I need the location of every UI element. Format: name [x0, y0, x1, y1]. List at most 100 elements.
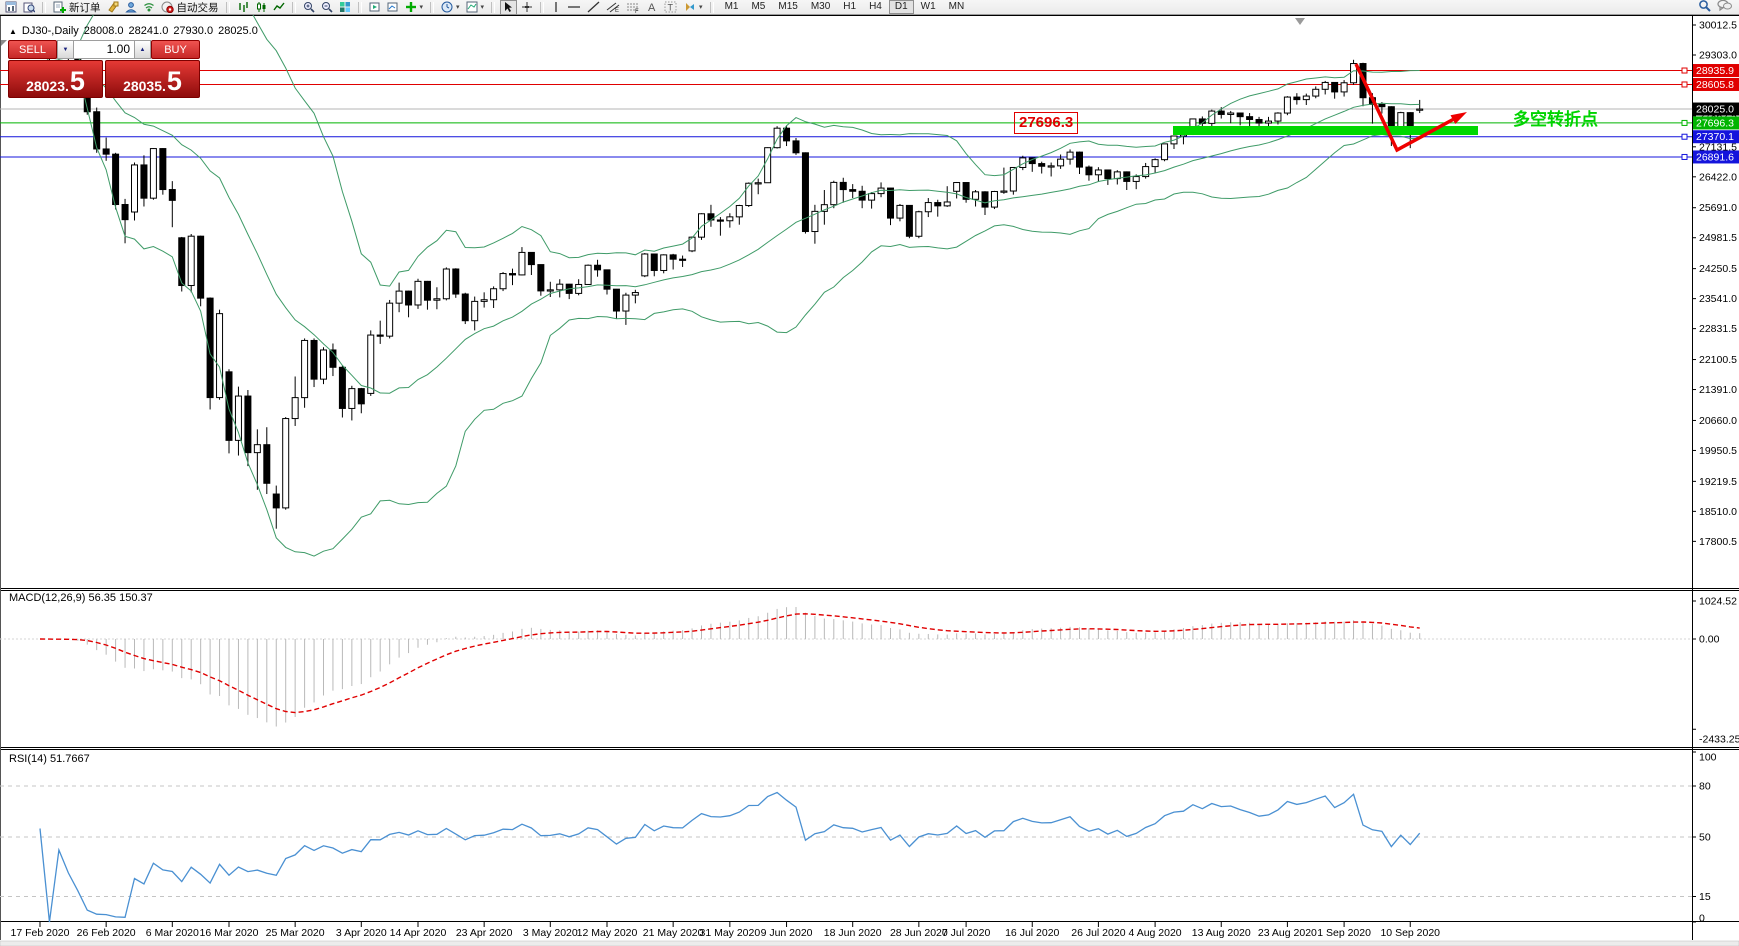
timeframe-m15[interactable]: M15 — [772, 0, 803, 14]
candle-up — [395, 290, 403, 304]
candle-down — [537, 264, 545, 292]
candle-up — [442, 268, 450, 300]
date-tick-label: 13 Aug 2020 — [1192, 927, 1251, 939]
timeframe-m30[interactable]: M30 — [805, 0, 836, 14]
zoom-out-icon[interactable] — [319, 1, 335, 14]
support-price-callout[interactable]: 27696.3 — [1014, 112, 1079, 134]
candlestick-chart-icon[interactable] — [253, 1, 269, 14]
candle-down — [679, 258, 687, 261]
candle-down — [527, 251, 535, 266]
pivot-note-text[interactable]: 多空转折点 — [1513, 105, 1598, 130]
line-handle[interactable] — [1681, 81, 1688, 88]
cursor-tool[interactable] — [500, 0, 518, 15]
date-axis: 17 Feb 2020 26 Feb 2020 6 Mar 2020 16 Mar 2… — [11, 922, 1440, 939]
buy-button[interactable]: BUY — [151, 40, 200, 59]
candle-up — [1047, 165, 1055, 168]
candle-down — [1038, 163, 1046, 167]
signals-icon[interactable] — [141, 1, 157, 14]
line-handle[interactable] — [1681, 119, 1688, 126]
price-tick-label: 21391.0 — [1699, 384, 1737, 396]
zoom-in-icon[interactable] — [301, 1, 317, 14]
candle-down — [338, 366, 346, 409]
price-tick-label: 22831.5 — [1699, 323, 1737, 335]
add-indicator-button[interactable]: ▾ — [403, 1, 426, 14]
timeframe-d1[interactable]: D1 — [888, 0, 914, 14]
chart-canvas[interactable]: 30012.529303.028572.027862.527131.526422… — [0, 0, 1739, 946]
sell-price-pip: 5 — [69, 66, 85, 97]
candle-up — [924, 202, 932, 213]
candle-up — [830, 181, 838, 206]
candle-up — [1274, 112, 1282, 122]
candle-up — [253, 444, 261, 454]
trendline-tool[interactable] — [585, 1, 602, 14]
volume-increase-button[interactable]: ▲ — [134, 40, 151, 59]
chat-icon[interactable] — [1717, 0, 1732, 15]
macd-tick-label: 1024.52 — [1699, 595, 1737, 607]
volume-decrease-button[interactable]: ▼ — [57, 40, 74, 59]
styler-icon[interactable] — [105, 1, 121, 14]
timeframe-m5[interactable]: M5 — [745, 0, 771, 14]
date-tick-label: 9 Jun 2020 — [761, 927, 813, 939]
template-icon[interactable]: ▾ — [464, 1, 487, 14]
chart-window-icon[interactable] — [3, 1, 19, 14]
autotrading-button[interactable]: 自动交易 — [159, 1, 221, 14]
timeframe-h4[interactable]: H4 — [863, 0, 888, 14]
price-tick-label: 30012.5 — [1699, 20, 1737, 32]
expand-triangle-icon[interactable]: ▲ — [9, 27, 17, 36]
text-label-tool[interactable]: T — [662, 1, 679, 14]
toolbar-separator — [357, 1, 362, 13]
price-tick-label: 19950.5 — [1699, 445, 1737, 457]
toolbar-separator — [709, 1, 714, 13]
crosshair-tool[interactable] — [519, 1, 535, 14]
price-tick-label: 24981.5 — [1699, 232, 1737, 244]
date-tick-label: 6 Mar 2020 — [146, 927, 199, 939]
horizontal-line-tool[interactable] — [565, 1, 583, 14]
vertical-line-tool[interactable] — [549, 1, 563, 14]
fibonacci-tool[interactable]: F — [624, 1, 642, 14]
candle-up — [641, 253, 649, 277]
chart-profile-icon[interactable] — [21, 1, 37, 14]
timeframe-h1[interactable]: H1 — [837, 0, 862, 14]
strategy-tester-icon[interactable] — [367, 1, 383, 14]
rsi-line — [39, 791, 1421, 923]
volume-input[interactable]: 1.00 — [74, 40, 134, 59]
date-tick-label: 4 Aug 2020 — [1129, 927, 1182, 939]
date-tick-label: 18 Jun 2020 — [824, 927, 882, 939]
buy-price-display[interactable]: 28035. 5 — [105, 60, 200, 98]
timeframe-m1[interactable]: M1 — [719, 0, 745, 14]
ohlc-open: 28008.0 — [83, 25, 124, 37]
shapes-caret-icon: ▾ — [699, 3, 703, 11]
candle-down — [93, 111, 101, 150]
timeframe-mn[interactable]: MN — [943, 0, 971, 14]
shapes-tool[interactable]: ▾ — [681, 1, 705, 14]
sell-price-display[interactable]: 28023. 5 — [8, 60, 103, 98]
candle-up — [414, 280, 422, 306]
candle-down — [509, 273, 516, 276]
toolbar-separator — [291, 1, 296, 13]
line-chart-icon[interactable] — [271, 1, 287, 14]
line-handle[interactable] — [1681, 133, 1688, 140]
text-tool[interactable]: A — [644, 1, 660, 14]
candle-up — [622, 294, 630, 312]
date-tick-label: 1 Sep 2020 — [1317, 927, 1371, 939]
bar-chart-icon[interactable] — [235, 1, 251, 14]
date-tick-label: 16 Jul 2020 — [1005, 927, 1059, 939]
date-tick-label: 26 Feb 2020 — [77, 927, 136, 939]
tile-windows-icon[interactable] — [337, 1, 353, 14]
period-clock-icon[interactable]: ▾ — [439, 1, 462, 14]
sell-button[interactable]: SELL — [8, 40, 57, 59]
terminal-icon[interactable] — [123, 1, 139, 14]
indicator-window-icon[interactable] — [385, 1, 401, 14]
rsi-tick-label: 15 — [1699, 891, 1711, 903]
panel-collapse-icon[interactable] — [1, 40, 7, 46]
line-handle[interactable] — [1681, 67, 1688, 74]
timeframe-w1[interactable]: W1 — [915, 0, 942, 14]
date-tick-label: 25 Mar 2020 — [266, 927, 325, 939]
channel-tool[interactable]: E — [604, 1, 622, 14]
search-icon[interactable] — [1698, 0, 1711, 15]
new-order-button[interactable]: 新订单 — [51, 1, 103, 14]
candle-up — [754, 182, 762, 185]
candle-down — [603, 269, 611, 290]
candle-down — [934, 202, 942, 207]
line-handle[interactable] — [1681, 153, 1688, 160]
